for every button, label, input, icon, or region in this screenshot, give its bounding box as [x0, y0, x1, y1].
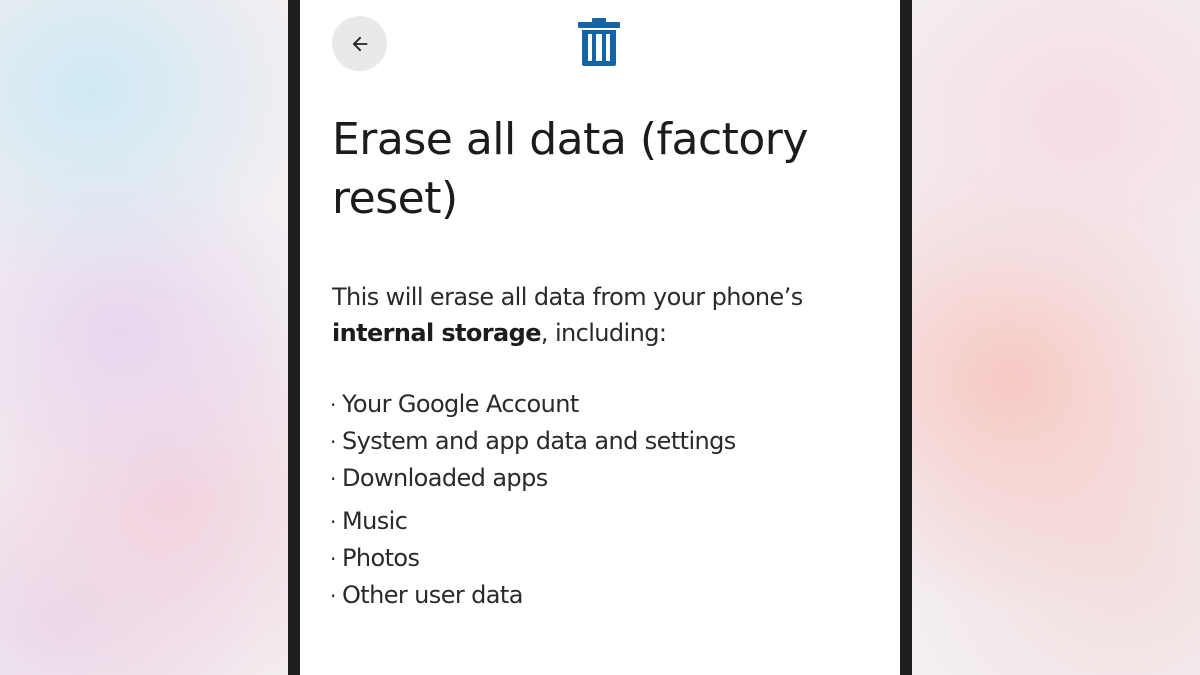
- trash-icon: [578, 18, 620, 66]
- list-item-label: Downloaded apps: [342, 464, 548, 492]
- bullet: ·: [330, 393, 336, 417]
- list-item: · Photos: [330, 540, 736, 577]
- list-item-label: Photos: [342, 544, 420, 572]
- list-item: · Your Google Account: [330, 386, 736, 423]
- phone-screen: Erase all data (factory reset) This will…: [300, 0, 900, 675]
- bullet: ·: [330, 547, 336, 571]
- bullet: ·: [330, 430, 336, 454]
- list-item-label: Music: [342, 507, 408, 535]
- arrow-back-icon: [352, 36, 367, 51]
- blurred-background-right: [912, 0, 1200, 675]
- list-item: · Music: [330, 503, 736, 540]
- bullet: ·: [330, 584, 336, 608]
- blurred-background-left: [0, 0, 288, 675]
- page-title: Erase all data (factory reset): [332, 114, 808, 224]
- bullet: ·: [330, 467, 336, 491]
- warning-text-prefix: This will erase all data from your phone…: [332, 283, 803, 311]
- warning-text-bold: internal storage: [332, 319, 542, 347]
- erased-items-list: · Your Google Account · System and app dat…: [330, 386, 736, 614]
- bullet: ·: [330, 510, 336, 534]
- list-item-label: Other user data: [342, 581, 523, 609]
- list-item: · System and app data and settings: [330, 423, 736, 460]
- list-item: · Downloaded apps: [330, 460, 736, 497]
- warning-text: This will erase all data from your phone…: [332, 279, 892, 351]
- list-item-label: System and app data and settings: [342, 427, 736, 455]
- warning-text-suffix: , including:: [540, 319, 667, 347]
- list-item: · Other user data: [330, 577, 736, 614]
- list-item-label: Your Google Account: [342, 390, 579, 418]
- back-button[interactable]: [332, 16, 387, 71]
